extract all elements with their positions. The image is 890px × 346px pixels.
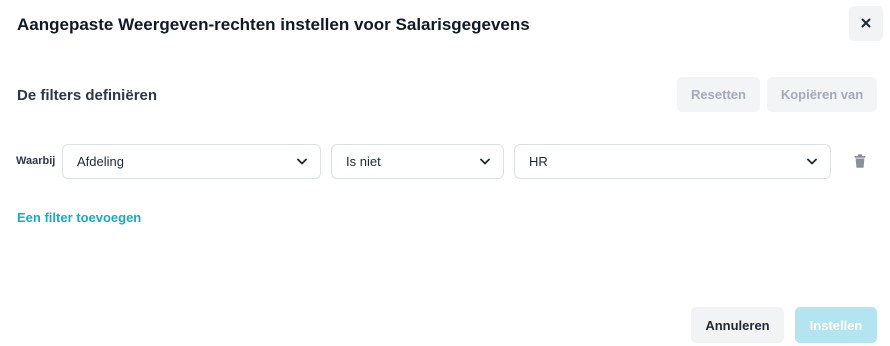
copy-from-button[interactable]: Kopiëren van: [767, 77, 877, 112]
filter-value-select[interactable]: HR: [514, 144, 831, 179]
apply-button[interactable]: Instellen: [795, 307, 877, 343]
cancel-button[interactable]: Annuleren: [691, 307, 784, 343]
filter-operator-value: Is niet: [346, 154, 381, 169]
close-icon: [861, 16, 871, 31]
close-button[interactable]: [849, 6, 883, 41]
dialog-title: Aangepaste Weergeven-rechten instellen v…: [17, 15, 530, 34]
chevron-down-icon: [806, 156, 818, 168]
filters-section-title: De filters definiëren: [17, 87, 158, 104]
filter-operator-select[interactable]: Is niet: [331, 144, 504, 179]
chevron-down-icon: [479, 156, 491, 168]
add-filter-link[interactable]: Een filter toevoegen: [17, 210, 141, 226]
filter-field-value: Afdeling: [77, 154, 124, 169]
chevron-down-icon: [296, 156, 308, 168]
filter-prefix-label: Waarbij: [16, 155, 56, 167]
filter-field-select[interactable]: Afdeling: [62, 144, 321, 179]
reset-button[interactable]: Resetten: [677, 77, 760, 112]
filter-value-value: HR: [529, 154, 548, 169]
delete-filter-trash-icon[interactable]: [852, 152, 868, 170]
permissions-dialog: Aangepaste Weergeven-rechten instellen v…: [0, 0, 890, 346]
